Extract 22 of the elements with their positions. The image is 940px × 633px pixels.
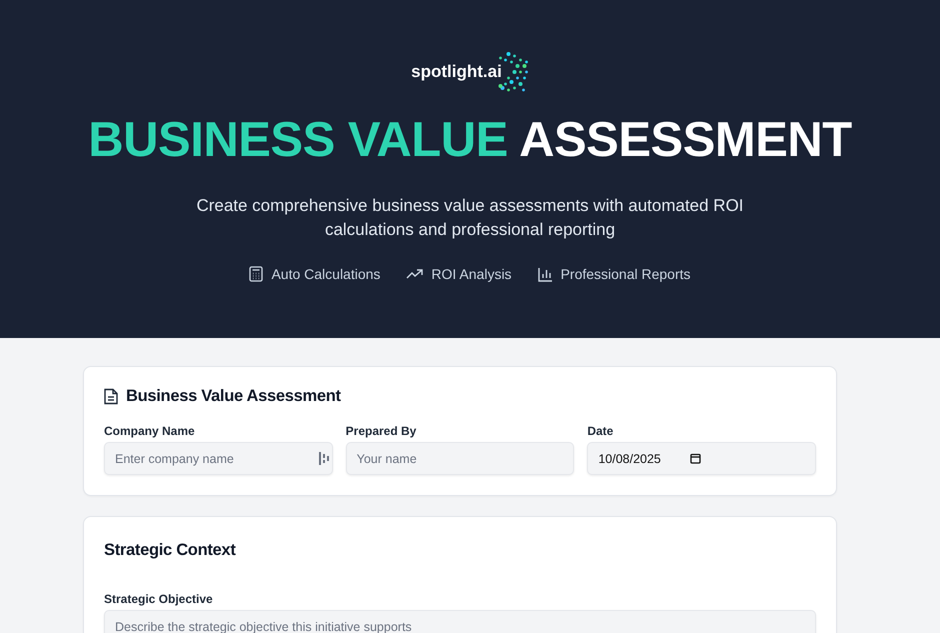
text-field[interactable]: Your name <box>346 442 574 475</box>
field-label: Company Name <box>104 424 196 438</box>
field-label: Strategic Objective <box>104 592 214 606</box>
calendar-icon[interactable] <box>690 453 702 464</box>
trend-up-icon <box>406 269 424 279</box>
title-highlight: BUSINESS VALUE <box>88 113 508 167</box>
autofill-icon[interactable] <box>318 452 329 465</box>
bar-chart-icon <box>538 266 553 282</box>
logo-text: spotlight.ai <box>411 62 502 82</box>
feature-label: Professional Reports <box>560 266 691 282</box>
section-title: Business Value Assessment <box>126 387 341 406</box>
date-field[interactable]: 10/08/2025 <box>587 442 816 475</box>
text-field[interactable]: Enter company name <box>104 442 333 475</box>
calculator-icon <box>249 266 264 282</box>
feature-label: ROI Analysis <box>431 266 512 282</box>
section-title: Strategic Context <box>104 541 236 560</box>
feature-label: Auto Calculations <box>271 266 380 282</box>
field-label: Prepared By <box>346 424 418 438</box>
field-label: Date <box>587 424 614 438</box>
title-text: ASSESSMENT <box>519 113 852 167</box>
text-field[interactable]: Describe the strategic objective this initiative supports <box>104 610 816 633</box>
subtitle: Create comprehensive business value assessments with automated ROI calculations and professional reporting <box>195 195 745 241</box>
